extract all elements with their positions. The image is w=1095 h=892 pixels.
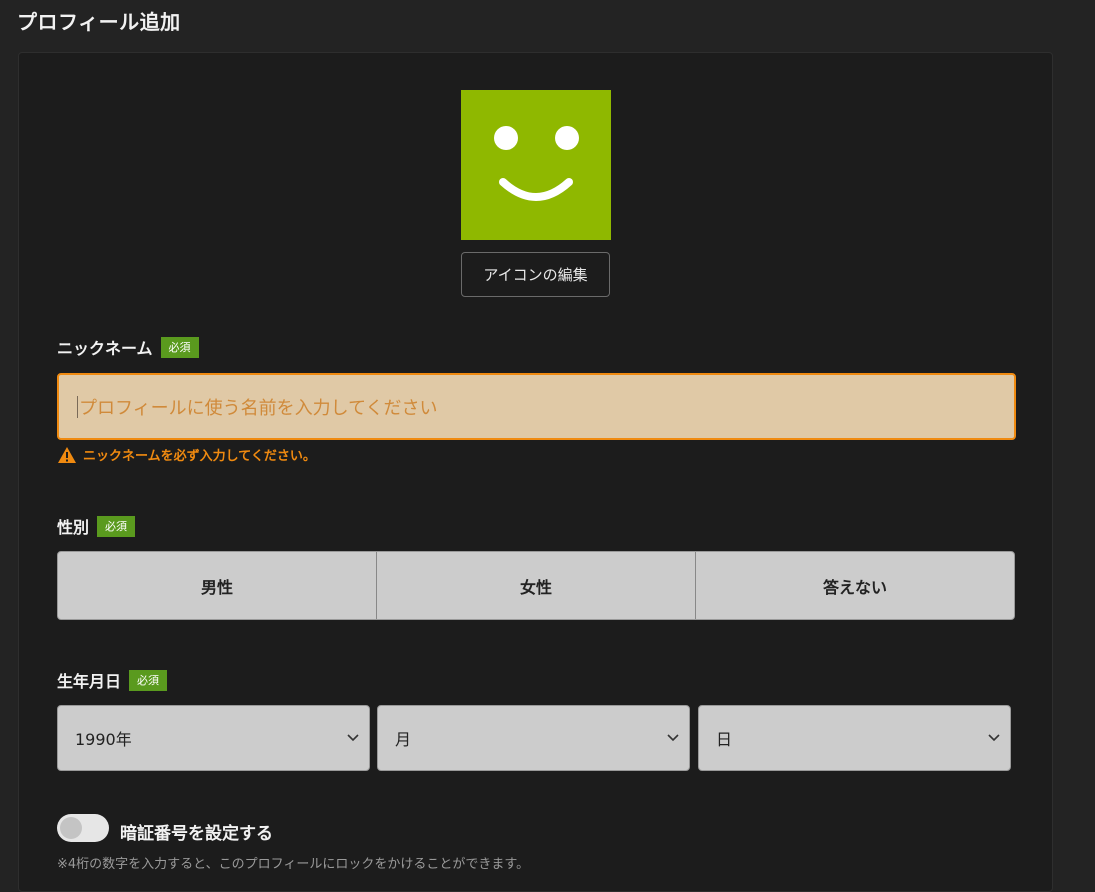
toggle-knob [60, 817, 82, 839]
birth-day-select[interactable]: 日 [698, 705, 1011, 771]
birthday-label: 生年月日 [57, 672, 122, 691]
chevron-down-icon [347, 734, 359, 742]
gender-option-no-answer[interactable]: 答えない [696, 552, 1014, 619]
gender-option-male[interactable]: 男性 [58, 552, 377, 619]
required-badge: 必須 [129, 669, 168, 691]
nickname-error-text: ニックネームを必ず入力してください。 [83, 449, 316, 464]
required-badge: 必須 [97, 515, 136, 537]
nickname-label-row: ニックネーム 必須 [57, 335, 199, 359]
birth-year-value: 1990年 [75, 730, 132, 749]
gender-label: 性別 [57, 518, 90, 537]
smiley-face-icon [494, 126, 579, 201]
pin-toggle[interactable] [57, 814, 109, 842]
profile-form-card: アイコンの編集 ニックネーム 必須 プロフィールに使う名前を入力してください ニ… [18, 52, 1053, 892]
pin-label: 暗証番号を設定する [120, 824, 273, 844]
pin-note: ※4桁の数字を入力すると、このプロフィールにロックをかけることができます。 [57, 857, 530, 872]
page-title: プロフィール追加 [17, 10, 181, 34]
text-caret [77, 395, 78, 418]
avatar [461, 90, 611, 240]
birth-year-select[interactable]: 1990年 [57, 705, 370, 771]
nickname-label: ニックネーム [57, 339, 153, 358]
warning-icon [58, 446, 76, 463]
nickname-placeholder: プロフィールに使う名前を入力してください [79, 397, 438, 419]
gender-label-row: 性別 必須 [57, 514, 136, 538]
gender-option-female[interactable]: 女性 [377, 552, 696, 619]
birth-day-value: 日 [716, 730, 733, 749]
birth-month-select[interactable]: 月 [377, 705, 690, 771]
edit-icon-button[interactable]: アイコンの編集 [461, 252, 610, 297]
nickname-error: ニックネームを必ず入力してください。 [57, 445, 316, 464]
chevron-down-icon [988, 734, 1000, 742]
birth-month-value: 月 [395, 730, 412, 749]
chevron-down-icon [667, 734, 679, 742]
gender-selector: 男性 女性 答えない [57, 551, 1015, 620]
birthday-label-row: 生年月日 必須 [57, 668, 168, 692]
nickname-input[interactable]: プロフィールに使う名前を入力してください [57, 373, 1016, 440]
required-badge: 必須 [160, 336, 199, 358]
